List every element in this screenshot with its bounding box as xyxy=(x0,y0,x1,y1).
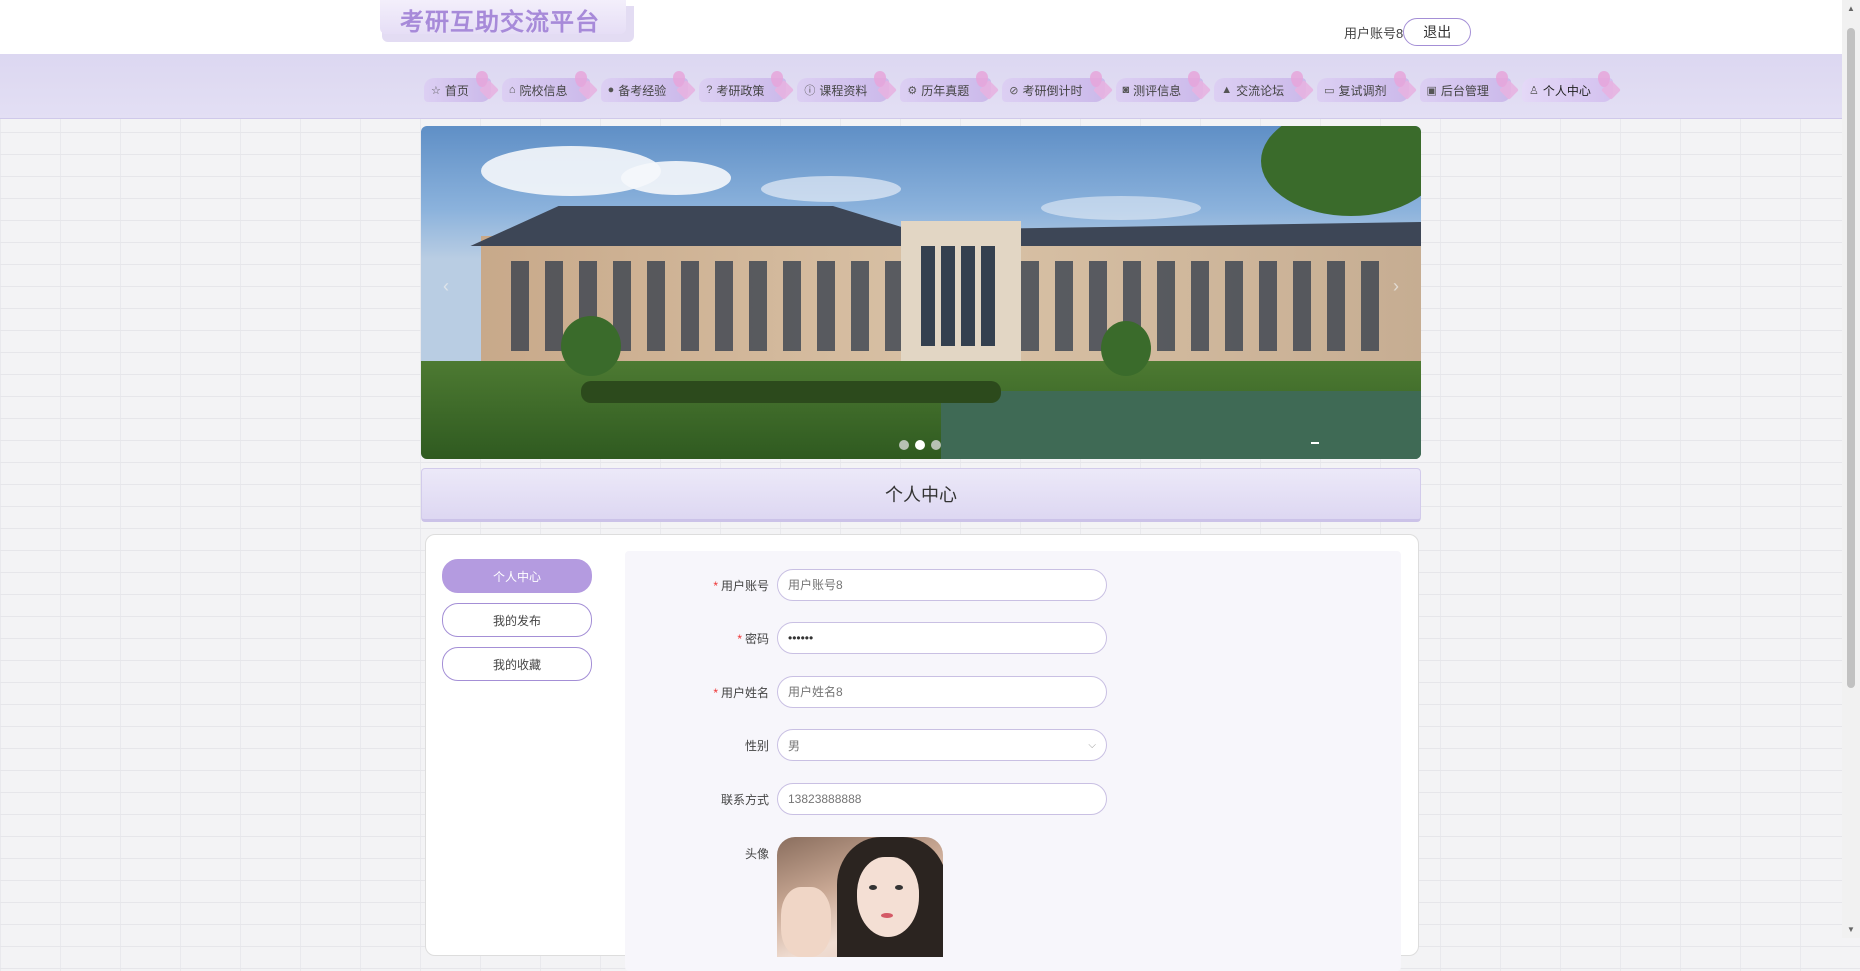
gender-select[interactable]: 男 ⌵ xyxy=(777,729,1107,761)
next-slide-icon[interactable]: › xyxy=(1393,276,1399,297)
home-icon: ☆ xyxy=(431,84,441,97)
nav-item-check-circle[interactable]: ⊘ 考研倒计时 xyxy=(1002,71,1113,102)
nav-list: ☆ 首页 ⌂ 院校信息 ● 备考经验? 考研政策 ⓘ 课程资料 ⚙ 历年真题 ⊘ 考研倒计时 ◙ 测评信息 ▲… xyxy=(424,71,1624,102)
banner-carousel[interactable]: ‹ › xyxy=(421,126,1421,459)
contact-input[interactable] xyxy=(777,783,1107,815)
nav-item-label: 复试调剂 xyxy=(1338,83,1387,98)
carousel-indicators xyxy=(899,440,947,450)
gender-row: 性别 男 ⌵ xyxy=(625,729,1107,761)
nav-item-admin[interactable]: ▣ 后台管理 xyxy=(1419,71,1519,102)
school-icon: ⌂ xyxy=(508,84,516,96)
site-title: 考研互助交流平台 xyxy=(400,9,600,36)
main-nav: ☆ 首页 ⌂ 院校信息 ● 备考经验? 考研政策 ⓘ 课程资料 ⚙ 历年真题 ⊘ 考研倒计时 ◙ 测评信息 ▲… xyxy=(0,54,1842,119)
carousel-dot[interactable] xyxy=(931,440,941,450)
username-row: * 用户账号 xyxy=(625,569,1107,601)
side-menu-item[interactable]: 我的发布 xyxy=(442,603,592,637)
avatar-row: 头像 xyxy=(625,837,943,957)
nav-item-school[interactable]: ⌂ 院校信息 xyxy=(501,71,598,102)
contact-row: 联系方式 xyxy=(625,783,1107,815)
check-circle-icon: ⊘ xyxy=(1009,84,1019,97)
forum-icon: ▲ xyxy=(1221,84,1233,96)
nav-item-video[interactable]: ▭ 复试调剂 xyxy=(1317,71,1417,102)
video-icon: ▭ xyxy=(1324,84,1335,97)
password-row: * 密码 xyxy=(625,622,1107,654)
nav-item-forum[interactable]: ▲ 交流论坛 xyxy=(1214,71,1314,102)
top-header: 考研互助交流平台 用户账号8 退出 xyxy=(0,0,1842,54)
side-menu-item[interactable]: 个人中心 xyxy=(442,559,592,593)
scroll-thumb[interactable] xyxy=(1847,28,1855,688)
required-mark: * xyxy=(737,631,742,646)
side-menu: 个人中心我的发布我的收藏 xyxy=(442,559,592,691)
nav-item-label: 交流论坛 xyxy=(1236,83,1285,98)
required-mark: * xyxy=(713,685,718,700)
admin-icon: ▣ xyxy=(1426,84,1437,97)
scroll-up-icon[interactable]: ▲ xyxy=(1847,4,1855,13)
nav-item-label: 测评信息 xyxy=(1133,83,1182,98)
nav-item-label: 后台管理 xyxy=(1440,83,1489,98)
realname-input[interactable] xyxy=(777,676,1107,708)
avatar-image[interactable] xyxy=(777,837,943,957)
nav-item-label: 课程资料 xyxy=(819,83,868,98)
nav-item-info-circle[interactable]: ⓘ 课程资料 xyxy=(797,71,898,102)
nav-item-label: 历年真题 xyxy=(921,83,970,98)
profile-form: *用户账号 *密码 *用户姓名 性别 男 ⌵ 联系方式 头像 xyxy=(625,551,1401,971)
chevron-down-icon: ⌵ xyxy=(1088,739,1096,751)
decor-drop xyxy=(1393,71,1406,87)
nav-item-settings[interactable]: ⚙ 历年真题 xyxy=(900,71,1000,102)
tree-shape xyxy=(1261,126,1421,216)
nav-item-label: 个人中心 xyxy=(1542,83,1591,98)
nav-item-user[interactable]: ♙ 个人中心 xyxy=(1521,71,1621,102)
scroll-down-icon[interactable]: ▼ xyxy=(1847,925,1855,934)
nav-item-label: 院校信息 xyxy=(519,83,568,98)
carousel-dot[interactable] xyxy=(915,440,925,450)
camera-icon: ◙ xyxy=(1122,84,1130,96)
info-circle-icon: ⓘ xyxy=(804,85,816,97)
required-mark: * xyxy=(713,578,718,593)
nav-item-question[interactable]: ? 考研政策 xyxy=(699,71,795,102)
carousel-dot[interactable] xyxy=(899,440,909,450)
info-icon: ● xyxy=(607,84,615,96)
nav-item-info[interactable]: ● 备考经验 xyxy=(600,71,697,102)
nav-item-camera[interactable]: ◙ 测评信息 xyxy=(1115,71,1212,102)
settings-icon: ⚙ xyxy=(907,84,918,97)
page-title: 个人中心 xyxy=(421,468,1421,522)
realname-row: * 用户姓名 xyxy=(625,676,1107,708)
profile-panel: 个人中心我的发布我的收藏 *用户账号 *密码 *用户姓名 性别 男 ⌵ 联系方式… xyxy=(425,534,1419,971)
site-logo[interactable]: 考研互助交流平台 xyxy=(380,0,634,42)
nav-item-label: 首页 xyxy=(444,83,469,98)
page-scrollbar[interactable]: ▲ ▼ xyxy=(1842,0,1860,938)
user-area: 用户账号8 退出 xyxy=(1344,18,1472,46)
prev-slide-icon[interactable]: ‹ xyxy=(443,276,449,297)
question-icon: ? xyxy=(706,84,713,96)
logout-button[interactable]: 退出 xyxy=(1403,18,1472,46)
nav-item-home[interactable]: ☆ 首页 xyxy=(424,71,499,102)
nav-item-label: 考研政策 xyxy=(716,83,765,98)
username-label: 用户账号8 xyxy=(1344,25,1404,41)
user-icon: ♙ xyxy=(1528,84,1539,97)
decor-drop xyxy=(1089,71,1102,87)
nav-item-label: 考研倒计时 xyxy=(1022,83,1083,98)
decor-drop xyxy=(574,71,587,87)
side-menu-item[interactable]: 我的收藏 xyxy=(442,647,592,681)
username-input[interactable] xyxy=(777,569,1107,601)
gender-value: 男 xyxy=(788,738,801,753)
nav-item-label: 备考经验 xyxy=(618,83,667,98)
password-input[interactable] xyxy=(777,622,1107,654)
